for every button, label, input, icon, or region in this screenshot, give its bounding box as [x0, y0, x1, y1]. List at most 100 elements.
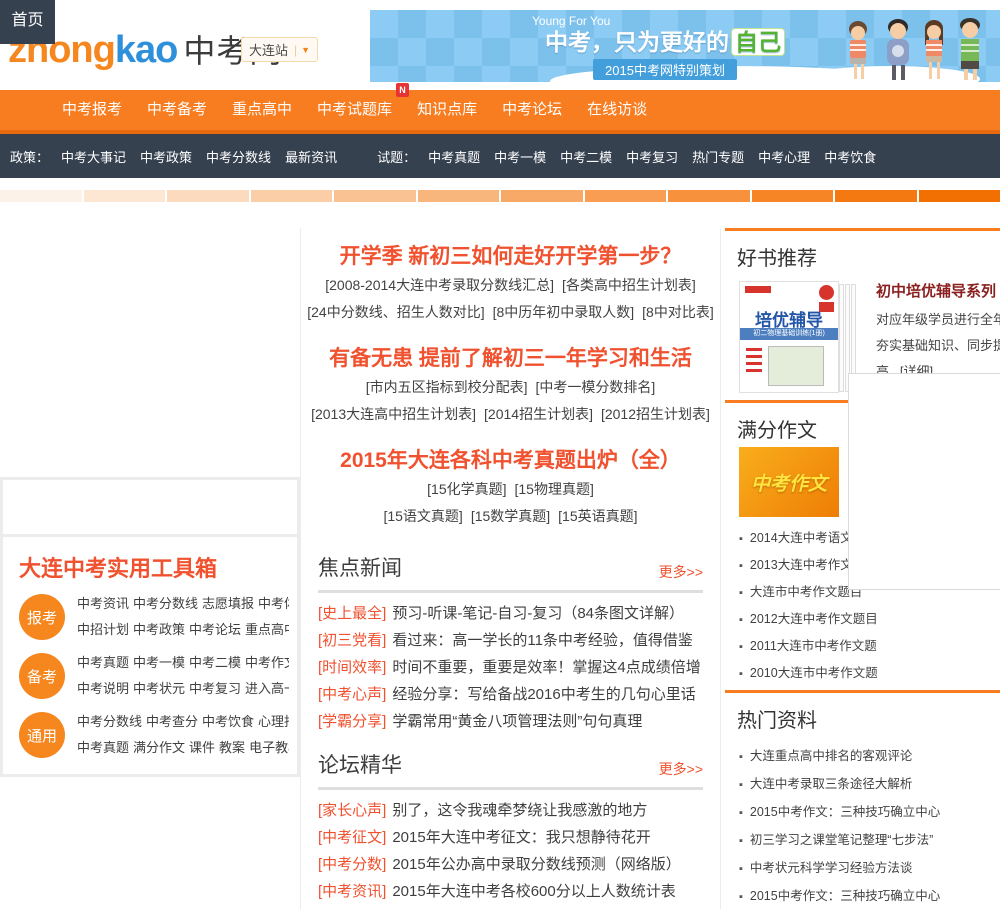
- empty-ad-frame-overlay: [848, 373, 1000, 590]
- headline-sublink[interactable]: [15语文真题]: [383, 508, 462, 524]
- toolbox-link[interactable]: 中考饮食: [202, 714, 254, 729]
- toolbox-link[interactable]: 中考作文: [245, 655, 289, 670]
- toolbox-badge-baokao[interactable]: 报考: [19, 594, 65, 640]
- toolbox-link[interactable]: 中考真题: [77, 655, 129, 670]
- toolbox-link[interactable]: 中考说明: [77, 681, 129, 696]
- subnav-link-zixun[interactable]: 最新资讯: [285, 147, 337, 166]
- toolbox-link[interactable]: 重点高中: [245, 622, 289, 637]
- nav-item-fangtan[interactable]: 在线访谈: [587, 90, 647, 130]
- subnav-link-yimo[interactable]: 中考一模: [494, 147, 546, 166]
- toolbox-link[interactable]: 电子教材: [249, 740, 289, 755]
- headline-link[interactable]: 有备无患 提前了解初三一年学习和生活: [301, 344, 720, 374]
- essay-list-item[interactable]: 2012大连中考作文题目: [739, 606, 1000, 633]
- headline-sublink[interactable]: [中考一模分数排名]: [536, 379, 656, 395]
- forum-item[interactable]: [中考资讯] 2015年大连中考各校600分以上人数统计表: [318, 878, 703, 905]
- headline-sublink[interactable]: [24中分数线、招生人数对比]: [307, 304, 484, 320]
- toolbox-badge-beikao[interactable]: 备考: [19, 653, 65, 699]
- subnav-link-fenshuxian[interactable]: 中考分数线: [206, 147, 271, 166]
- toolbox-link[interactable]: 中考分数线: [77, 714, 142, 729]
- hot-list-item[interactable]: 中考状元科学学习经验方法谈: [739, 855, 1000, 883]
- headline-sublink[interactable]: [8中对比表]: [642, 304, 714, 320]
- headline-sublink[interactable]: [市内五区指标到校分配表]: [366, 379, 528, 395]
- headline-sublink[interactable]: [2008-2014大连中考录取分数线汇总]: [325, 277, 554, 293]
- nav-item-shitiku[interactable]: 中考试题库: [317, 90, 392, 130]
- toolbox-link[interactable]: 中考分数线: [133, 596, 198, 611]
- hot-list-item[interactable]: 大连中考录取三条途径大解析: [739, 771, 1000, 799]
- toolbox-link[interactable]: 志愿填报: [202, 596, 254, 611]
- banner-ad[interactable]: Young For You 中考，只为更好的 自己 2015中考网特别策划: [370, 10, 1000, 82]
- forum-item[interactable]: [中考状元] 2015大连中考状元竟是姐妹花 同报育明中学: [318, 905, 703, 909]
- toolbox-link[interactable]: 中考体育: [258, 596, 289, 611]
- forum-item[interactable]: [中考分数] 2015年公办高中录取分数线预测（网络版）: [318, 851, 703, 878]
- essay-list-item[interactable]: 2011大连市中考作文题: [739, 633, 1000, 660]
- hot-list-item[interactable]: 2015中考作文：三种技巧确立中心: [739, 883, 1000, 909]
- subnav-link-yinshi[interactable]: 中考饮食: [824, 147, 876, 166]
- subnav-link-xinli[interactable]: 中考心理: [758, 147, 810, 166]
- subnav-link-zhenti[interactable]: 中考真题: [428, 147, 480, 166]
- forum-item[interactable]: [中考征文] 2015年大连中考征文：我只想静待花开: [318, 824, 703, 851]
- headline-sublink[interactable]: [各类高中招生计划表]: [562, 277, 696, 293]
- news-tag: [中考资讯]: [318, 883, 387, 900]
- headline-sublink[interactable]: [2012招生计划表]: [601, 406, 710, 422]
- focus-news-more-link[interactable]: 更多>>: [659, 562, 703, 582]
- news-item[interactable]: [学霸分享] 学霸常用“黄金八项管理法则”句句真理: [318, 708, 703, 735]
- nav-item-gaozhong[interactable]: 重点高中: [232, 90, 292, 130]
- headline-sublink[interactable]: [8中历年初中录取人数]: [493, 304, 635, 320]
- news-item[interactable]: [初三党看] 看过来：高一学长的11条中考经验，值得借鉴: [318, 627, 703, 654]
- subnav-link-ermo[interactable]: 中考二模: [560, 147, 612, 166]
- toolbox-link[interactable]: 教案: [219, 740, 245, 755]
- toolbox-link[interactable]: 中考一模: [133, 655, 185, 670]
- headline-link[interactable]: 开学季 新初三如何走好开学第一步？: [301, 242, 720, 272]
- headline-sublink[interactable]: [2014招生计划表]: [484, 406, 593, 422]
- subnav-link-fuxi[interactable]: 中考复习: [626, 147, 678, 166]
- forum-more-link[interactable]: 更多>>: [659, 759, 703, 779]
- toolbox-row-tongyong: 通用 中考分数线中考查分中考饮食心理指导 中考真题满分作文课件教案电子教材: [3, 709, 297, 761]
- forum-item[interactable]: [家长心声] 别了，这令我魂牵梦绕让我感激的地方: [318, 797, 703, 824]
- toolbox-link[interactable]: 进入高一: [245, 681, 289, 696]
- nav-item-baokao[interactable]: 中考报考: [62, 90, 122, 130]
- toolbox-link[interactable]: 课件: [189, 740, 215, 755]
- nav-item-luntan[interactable]: 中考论坛: [502, 90, 562, 130]
- main-navigation: 中考报考 中考备考 重点高中 中考试题库 知识点库 中考论坛 在线访谈: [0, 90, 1000, 134]
- essay-list-item[interactable]: 2010大连市中考作文题: [739, 660, 1000, 687]
- headline-sublink[interactable]: [15化学真题]: [427, 481, 506, 497]
- nav-item-home-active[interactable]: 首页: [0, 0, 55, 44]
- toolbox-link[interactable]: 中考复习: [189, 681, 241, 696]
- headline-link[interactable]: 2015年大连各科中考真题出炉（全）: [301, 446, 720, 476]
- toolbox-link[interactable]: 中考二模: [189, 655, 241, 670]
- headline-sublink[interactable]: [15数学真题]: [471, 508, 550, 524]
- toolbox-badge-tongyong[interactable]: 通用: [19, 712, 65, 758]
- hot-list-item[interactable]: 大连重点高中排名的客观评论: [739, 743, 1000, 771]
- city-station-selector[interactable]: 大连站 | ▼: [241, 37, 319, 62]
- subnav-link-zhengce[interactable]: 中考政策: [140, 147, 192, 166]
- toolbox-link[interactable]: 中考状元: [133, 681, 185, 696]
- headline-sublink[interactable]: [2013大连高中招生计划表]: [311, 406, 476, 422]
- news-text: 时间不重要，重要是效率！掌握这4点成绩倍增: [392, 659, 701, 676]
- book-name-link[interactable]: 初中培优辅导系列: [876, 281, 1000, 303]
- toolbox-links: 中考资讯中考分数线志愿填报中考体育 中招计划中考政策中考论坛重点高中: [77, 591, 289, 643]
- book-cover-image[interactable]: 培优辅导 初二物理基础训练(1册): [739, 281, 839, 393]
- toolbox-link[interactable]: 满分作文: [133, 740, 185, 755]
- headline-sublink[interactable]: [15物理真题]: [515, 481, 594, 497]
- subnav-link-zhuanti[interactable]: 热门专题: [692, 147, 744, 166]
- news-item[interactable]: [时间效率] 时间不重要，重要是效率！掌握这4点成绩倍增: [318, 654, 703, 681]
- toolbox-link[interactable]: 中招计划: [77, 622, 129, 637]
- hot-list-item[interactable]: 2015中考作文：三种技巧确立中心: [739, 799, 1000, 827]
- news-item[interactable]: [史上最全] 预习-听课-笔记-自习-复习（84条图文详解）: [318, 600, 703, 627]
- toolbox-link[interactable]: 中考政策: [133, 622, 185, 637]
- nav-item-zhishidianku[interactable]: 知识点库: [417, 90, 477, 130]
- toolbox-link[interactable]: 中考资讯: [77, 596, 129, 611]
- toolbox-link[interactable]: 心理指导: [258, 714, 289, 729]
- nav-item-beikao[interactable]: 中考备考: [147, 90, 207, 130]
- headline-sublink[interactable]: [15英语真题]: [558, 508, 637, 524]
- toolbox-link[interactable]: 中考论坛: [189, 622, 241, 637]
- banner-students-illustration: [849, 18, 980, 80]
- subnav-link-dashiji[interactable]: 中考大事记: [61, 147, 126, 166]
- toolbox-link[interactable]: 中考真题: [77, 740, 129, 755]
- news-tag: [初三党看]: [318, 632, 387, 649]
- hot-list-item[interactable]: 初三学习之课堂笔记整理“七步法”: [739, 827, 1000, 855]
- news-item[interactable]: [中考心声] 经验分享：写给备战2016中考生的几句心里话: [318, 681, 703, 708]
- banner-tagline-en: Young For You: [532, 14, 611, 28]
- essay-image[interactable]: 中考作文: [739, 447, 839, 517]
- toolbox-link[interactable]: 中考查分: [146, 714, 198, 729]
